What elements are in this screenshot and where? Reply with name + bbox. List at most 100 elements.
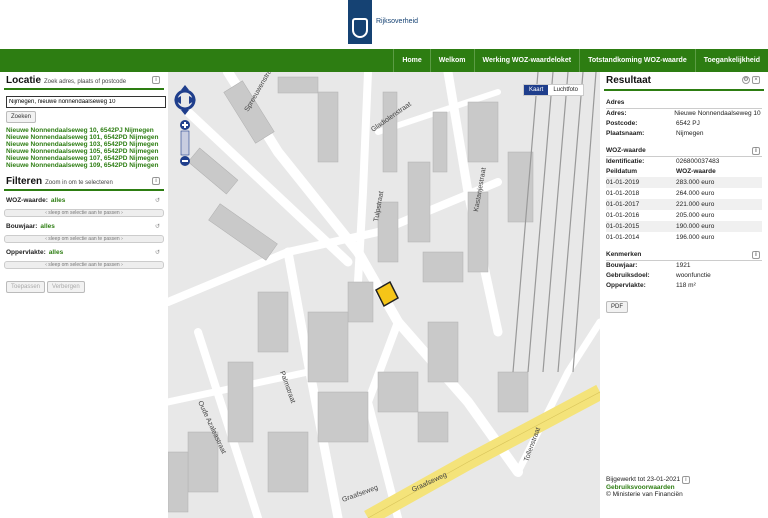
info-icon[interactable]: i	[152, 177, 160, 185]
adres-value: 6542 PJ	[676, 120, 700, 127]
footer-updated: Bijgewerkt tot 23-01-2021 i	[606, 476, 690, 484]
zoom-in-button[interactable]	[180, 120, 190, 130]
search-input[interactable]	[6, 96, 166, 108]
close-icon[interactable]: ×	[752, 76, 760, 84]
result-item[interactable]: Nieuwe Nonnendaalseweg 109, 6542PD Nijme…	[6, 162, 162, 169]
identificatie-label: Identificatie:	[606, 158, 645, 165]
woz-table: 01-01-2019 283.000 euro 01-01-2018 264.000…	[606, 177, 762, 243]
result-item[interactable]: Nieuwe Nonnendaalseweg 107, 6542PD Nijme…	[6, 155, 162, 162]
header: Rijksoverheid	[0, 0, 768, 49]
nav-totstandkoming[interactable]: Totstandkoming WOZ-waarde	[579, 49, 695, 72]
filter-label: Oppervlakte:	[6, 249, 46, 256]
peildatum-cell: 01-01-2016	[606, 212, 640, 219]
bouwjaar-slider[interactable]: ‹ sleep om selectie aan te passen ›	[4, 235, 164, 243]
terms-link[interactable]: Gebruiksvoorwaarden	[606, 484, 690, 491]
woz-header-row: Peildatum WOZ-waarde	[606, 167, 762, 177]
adres-key: Postcode:	[606, 120, 638, 127]
peildatum-cell: 01-01-2018	[606, 190, 640, 197]
pan-control[interactable]	[174, 85, 196, 115]
locatie-header: Locatie Zoek adres, plaats of postcode i	[0, 72, 168, 88]
divider	[4, 189, 164, 191]
oppervlakte-slider[interactable]: ‹ sleep om selectie aan te passen ›	[4, 261, 164, 269]
search-button[interactable]: Zoeken	[6, 111, 37, 123]
adres-row: Postcode: 6542 PJ	[606, 119, 762, 129]
rijksoverheid-logo[interactable]	[348, 0, 372, 44]
hide-button[interactable]: Verbergen	[46, 281, 85, 293]
adres-row: Adres: Nieuwe Nonnendaalseweg 10	[606, 109, 762, 119]
adres-row: Plaatsnaam: Nijmegen	[606, 129, 762, 139]
settings-icon[interactable]: ⚙	[742, 76, 750, 84]
nav-toegankelijkheid[interactable]: Toegankelijkheid	[694, 49, 768, 72]
woz-slider[interactable]: ‹ sleep om selectie aan te passen ›	[4, 209, 164, 217]
locatie-title: Locatie	[6, 75, 42, 86]
toggle-luchtfoto[interactable]: Luchtfoto	[548, 85, 583, 95]
locatie-hint: Zoek adres, plaats of postcode	[44, 79, 127, 85]
nav-home[interactable]: Home	[393, 49, 429, 72]
footer-updated-text: Bijgewerkt tot 23-01-2021	[606, 476, 681, 483]
filter-title: Filteren	[6, 176, 43, 187]
result-item[interactable]: Nieuwe Nonnendaalseweg 101, 6542PD Nijme…	[6, 134, 162, 141]
zoom-slider[interactable]	[180, 130, 190, 156]
nav-welkom[interactable]: Welkom	[429, 49, 474, 72]
info-icon[interactable]: i	[681, 476, 690, 484]
result-item[interactable]: Nieuwe Nonnendaalseweg 10, 6542PJ Nijmeg…	[6, 127, 162, 134]
woz-cell: 196.000 euro	[676, 234, 715, 241]
kenmerk-key: Oppervlakte:	[606, 282, 646, 289]
adres-value: Nieuwe Nonnendaalseweg 10	[674, 110, 761, 117]
right-panel: Resultaat ⚙ × Adres Adres: Nieuwe Nonnend…	[600, 72, 768, 518]
table-row: 01-01-2014 196.000 euro	[606, 232, 762, 243]
filter-woz: WOZ-waarde: alles ↺	[6, 197, 162, 207]
filter-label: Bouwjaar:	[6, 223, 38, 230]
pdf-button[interactable]: PDF	[606, 301, 628, 313]
map-type-toggle: Kaart Luchtfoto	[522, 84, 584, 96]
filter-value: alles	[40, 223, 55, 230]
zoom-out-button[interactable]	[180, 156, 190, 166]
woz-cell: 205.000 euro	[676, 212, 715, 219]
table-row: 01-01-2019 283.000 euro	[606, 177, 762, 188]
map-canvas[interactable]: Spreeuwenstraat Gladiolenstraat Tulpstra…	[168, 72, 600, 518]
adres-key: Adres:	[606, 110, 627, 117]
kenmerken-section: Kenmerken i Bouwjaar: 1921 Gebruiksdoel: wo…	[606, 251, 762, 291]
reset-filter-icon[interactable]: ↺	[155, 197, 160, 204]
divider	[604, 89, 764, 91]
filter-header: Filteren Zoom in om te selecteren i	[0, 173, 168, 189]
woz-cell: 264.000 euro	[676, 190, 715, 197]
crest-icon	[352, 18, 368, 38]
adres-section: Adres Adres: Nieuwe Nonnendaalseweg 10 Po…	[606, 99, 762, 139]
woz-cell: 221.000 euro	[676, 201, 715, 208]
woz-cell: 190.000 euro	[676, 223, 715, 230]
nav-werking[interactable]: Werking WOZ-waardeloket	[473, 49, 580, 72]
info-icon[interactable]: i	[752, 251, 760, 259]
peildatum-cell: 01-01-2015	[606, 223, 640, 230]
resultaat-title: Resultaat	[606, 75, 652, 86]
result-item[interactable]: Nieuwe Nonnendaalseweg 105, 6542PD Nijme…	[6, 148, 162, 155]
peildatum-header: Peildatum	[606, 168, 638, 175]
kenmerk-key: Bouwjaar:	[606, 262, 638, 269]
info-icon[interactable]: i	[752, 147, 760, 155]
peildatum-cell: 01-01-2019	[606, 179, 640, 186]
kenmerk-value: woonfunctie	[676, 272, 711, 279]
apply-button[interactable]: Toepassen	[6, 281, 46, 293]
kenmerk-row: Gebruiksdoel: woonfunctie	[606, 271, 762, 281]
identificatie-row: Identificatie: 026800037483	[606, 157, 762, 167]
navbar: Home Welkom Werking WOZ-waardeloket Tots…	[0, 49, 768, 72]
filter-bouwjaar: Bouwjaar: alles ↺	[6, 223, 162, 233]
toggle-kaart[interactable]: Kaart	[523, 85, 549, 95]
peildatum-cell: 01-01-2017	[606, 201, 640, 208]
filter-buttons: Toepassen Verbergen	[6, 281, 162, 293]
woz-section: WOZ-waarde i Identificatie: 026800037483 P…	[606, 147, 762, 243]
filter-oppervlakte: Oppervlakte: alles ↺	[6, 249, 162, 259]
kenmerk-row: Bouwjaar: 1921	[606, 261, 762, 271]
table-row: 01-01-2016 205.000 euro	[606, 210, 762, 221]
filter-value: alles	[48, 249, 64, 256]
filter-hint: Zoom in om te selecteren	[45, 180, 113, 186]
info-icon[interactable]: i	[152, 76, 160, 84]
reset-filter-icon[interactable]: ↺	[155, 223, 160, 230]
result-item[interactable]: Nieuwe Nonnendaalseweg 103, 6542PD Nijme…	[6, 141, 162, 148]
adres-title: Adres	[606, 99, 762, 109]
reset-filter-icon[interactable]: ↺	[155, 249, 160, 256]
kenmerk-key: Gebruiksdoel:	[606, 272, 650, 279]
adres-value: Nijmegen	[676, 130, 704, 137]
kenmerk-value: 1921	[676, 262, 691, 269]
map[interactable]: Spreeuwenstraat Gladiolenstraat Tulpstra…	[168, 72, 600, 518]
